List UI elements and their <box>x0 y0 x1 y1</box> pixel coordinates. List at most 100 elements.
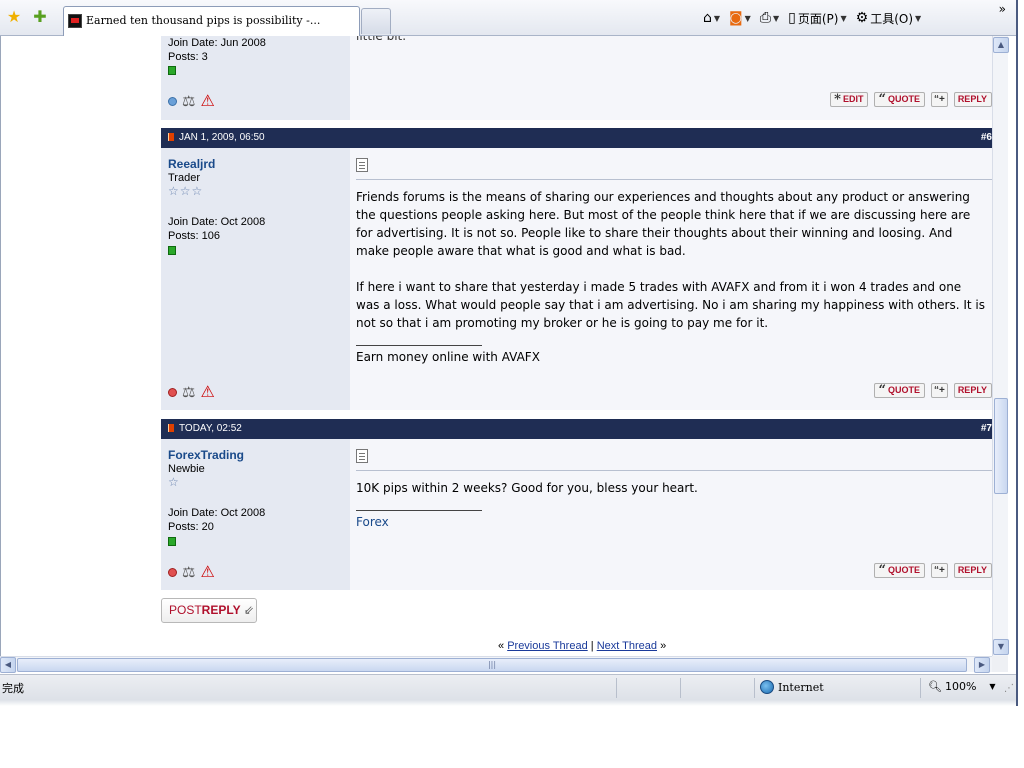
horizontal-scroll-thumb[interactable]: ||| <box>17 658 967 672</box>
username-link[interactable]: Reealjrd <box>168 157 215 171</box>
post-flag-icon <box>168 133 174 141</box>
post-action-buttons: “QUOTE “+ REPLY <box>874 383 992 398</box>
offline-dot-icon <box>168 387 177 397</box>
chevron-down-icon: ▼ <box>773 13 780 23</box>
online-status-icon <box>168 246 176 255</box>
reply-button[interactable]: REPLY <box>953 92 992 107</box>
feeds-button[interactable]: ◙ ▼ <box>726 7 754 29</box>
favorites-star-icon[interactable]: ★ <box>5 8 23 26</box>
report-warning-icon[interactable]: ⚠ <box>200 384 214 400</box>
user-icons-row: ⚖ ⚠ <box>168 93 215 109</box>
post-number[interactable]: #7 <box>981 419 992 439</box>
status-separator <box>680 678 681 698</box>
multiquote-button[interactable]: “+ <box>930 563 948 578</box>
home-button[interactable]: ⌂ ▼ <box>700 7 723 29</box>
status-separator <box>754 678 755 698</box>
print-button[interactable]: ⎙ ▼ <box>757 7 782 29</box>
post-document-icon <box>356 158 368 172</box>
signature-divider <box>356 345 482 346</box>
post-header: TODAY, 02:52 #7 <box>161 419 992 439</box>
scroll-up-button[interactable]: ▲ <box>993 37 1009 53</box>
post-5: Join Date: Jun 2008 Posts: 3 ⚖ ⚠ little … <box>161 36 992 120</box>
message-tail: little bit. <box>356 36 407 43</box>
post-flag-icon <box>168 424 174 432</box>
quote-button[interactable]: “QUOTE <box>874 383 925 398</box>
join-date: Join Date: Oct 2008 <box>168 507 266 519</box>
page-icon: ▯ <box>788 10 796 26</box>
next-thread-link[interactable]: Next Thread <box>597 640 657 652</box>
signature-divider <box>356 510 482 511</box>
post-document-icon <box>356 449 368 463</box>
offline-dot-icon <box>168 567 177 577</box>
post-action-buttons: “QUOTE “+ REPLY <box>874 563 992 578</box>
post-reply-button[interactable]: POSTREPLY ⇙ <box>161 598 257 623</box>
globe-icon <box>760 680 774 694</box>
post-message: 10K pips within 2 weeks? Good for you, b… <box>350 439 992 590</box>
user-title: Trader <box>168 172 200 184</box>
reputation-scale-icon[interactable]: ⚖ <box>182 384 195 400</box>
post-user-info: Join Date: Jun 2008 Posts: 3 ⚖ ⚠ <box>161 36 350 120</box>
zoom-level: 100% <box>944 680 977 693</box>
online-status-icon <box>168 66 176 75</box>
quote-button[interactable]: “QUOTE <box>874 563 925 578</box>
quote-button[interactable]: “QUOTE <box>874 92 925 107</box>
post-7: TODAY, 02:52 #7 ForexTrading Newbie ☆ Jo… <box>161 419 992 590</box>
page-viewport: Join Date: Jun 2008 Posts: 3 ⚖ ⚠ little … <box>0 36 1008 656</box>
signature-link[interactable]: Forex <box>356 515 389 529</box>
command-bar: ⌂ ▼ ◙ ▼ ⎙ ▼ ▯ 页面(P) ▼ ⚙ 工具(O) ▼ <box>700 6 924 30</box>
window-bottom-edge <box>0 700 1018 706</box>
scroll-left-button[interactable]: ◀ <box>0 657 16 673</box>
report-warning-icon[interactable]: ⚠ <box>200 93 214 109</box>
reputation-scale-icon[interactable]: ⚖ <box>182 564 195 580</box>
status-bar: 完成 Internet 🔍︎ 100% ▼ ⋰ <box>0 674 1018 700</box>
quote-icon: “ <box>878 91 886 107</box>
add-favorites-icon[interactable]: ✚ <box>31 8 49 26</box>
scroll-right-button[interactable]: ▶ <box>974 657 990 673</box>
multiquote-icon: “+ <box>933 94 945 105</box>
message-divider <box>356 470 992 471</box>
tab-active[interactable]: Earned ten thousand pips is possibility … <box>63 6 360 36</box>
quote-icon: “ <box>878 382 886 398</box>
resize-grip-icon[interactable]: ⋰ <box>1004 683 1014 694</box>
username-link[interactable]: ForexTrading <box>168 448 244 462</box>
user-title: Newbie <box>168 463 205 475</box>
chevron-down-icon: ▼ <box>989 682 996 691</box>
vertical-scrollbar[interactable]: ▲ ▼ <box>992 36 1009 656</box>
post-message: little bit. * EDIT “QUOTE “+ REPLY <box>350 36 992 120</box>
horizontal-scrollbar[interactable]: ◀ ||| ▶ <box>0 656 992 673</box>
post-count: Posts: 106 <box>168 230 220 242</box>
post-header: JAN 1, 2009, 06:50 #6 <box>161 128 992 148</box>
tools-menu[interactable]: ⚙ 工具(O) ▼ <box>853 7 925 29</box>
page-menu[interactable]: ▯ 页面(P) ▼ <box>785 7 849 29</box>
multiquote-icon: “+ <box>933 565 945 576</box>
previous-thread-link[interactable]: Previous Thread <box>507 640 588 652</box>
edit-star-icon: * <box>834 91 841 107</box>
reputation-scale-icon[interactable]: ⚖ <box>182 93 195 109</box>
security-zone[interactable]: Internet <box>760 680 824 694</box>
vertical-scroll-thumb[interactable] <box>994 398 1008 494</box>
chevron-down-icon: ▼ <box>744 13 751 23</box>
message-divider <box>356 179 992 180</box>
site-favicon-icon <box>68 14 82 28</box>
post-date: TODAY, 02:52 <box>179 423 242 434</box>
multiquote-icon: “+ <box>933 385 945 396</box>
more-commands-icon[interactable]: » <box>999 2 1006 16</box>
zoom-control[interactable]: 🔍︎ 100% ▼ <box>928 680 996 693</box>
post-number[interactable]: #6 <box>981 128 992 148</box>
multiquote-button[interactable]: “+ <box>930 383 948 398</box>
report-warning-icon[interactable]: ⚠ <box>200 564 214 580</box>
user-icons-row: ⚖ ⚠ <box>168 564 215 580</box>
chevron-down-icon: ▼ <box>915 13 922 23</box>
new-tab-button[interactable] <box>361 8 391 34</box>
rank-stars-icon: ☆ <box>168 475 180 489</box>
status-separator <box>616 678 617 698</box>
post-count: Posts: 20 <box>168 521 214 533</box>
page-border <box>0 36 1 656</box>
edit-button[interactable]: * EDIT <box>830 91 869 107</box>
multiquote-button[interactable]: “+ <box>930 92 948 107</box>
status-text: 完成 <box>2 682 24 695</box>
reply-button[interactable]: REPLY <box>953 383 992 398</box>
reply-button[interactable]: REPLY <box>953 563 992 578</box>
chevron-down-icon: ▼ <box>713 13 721 23</box>
scroll-down-button[interactable]: ▼ <box>993 639 1009 655</box>
